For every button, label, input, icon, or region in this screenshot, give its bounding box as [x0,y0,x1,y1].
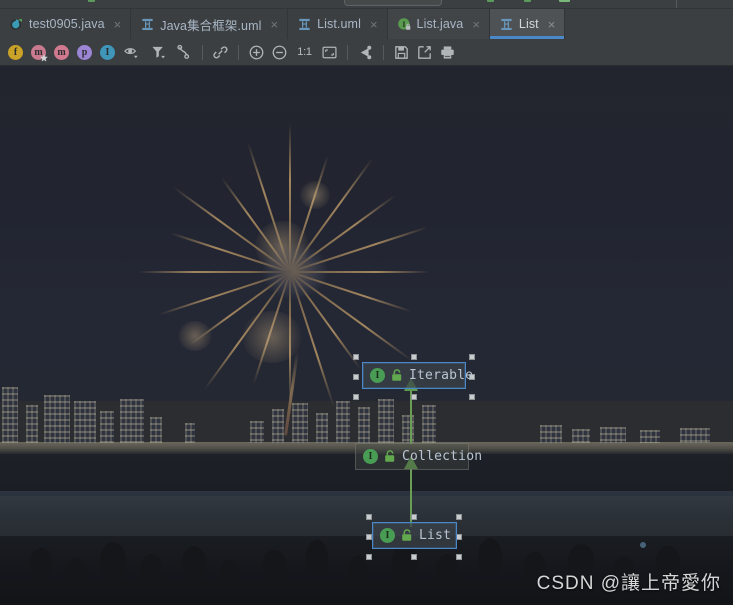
lock-icon [384,450,396,463]
export-to-file-button[interactable] [413,41,436,64]
constructors-badge-icon: m [31,44,48,62]
interface-icon: I [370,368,385,383]
minus-circle-icon [272,45,287,59]
uml-node-iterable[interactable]: I Iterable [362,362,473,389]
uml-diagram-canvas[interactable]: I Iterable I Collection I List CSDN @讓上帝… [0,66,733,605]
show-fields-toggle[interactable]: f [4,41,27,64]
edge-path-icon [177,44,190,59]
lock-icon [391,369,403,382]
run-icon-clipped[interactable] [88,0,95,2]
save-diagram-button[interactable] [390,41,413,64]
editor-tab-label: List.java [416,17,464,31]
fields-badge-icon: f [8,44,23,60]
editor-tab-close-icon[interactable]: × [547,18,557,31]
print-icon [441,45,454,59]
show-properties-toggle[interactable]: p [73,41,96,64]
actual-size-button[interactable]: 1:1 [291,41,318,64]
run-config-icon-clipped[interactable] [524,0,531,2]
main-toolbar-clipped [0,0,733,9]
java-interface-locked-icon: I [397,17,412,32]
eye-icon [124,47,138,58]
lock-icon [401,529,413,542]
layout-graph-button[interactable] [354,41,377,64]
analyze-dependencies-button[interactable] [209,41,232,64]
editor-tab-java-collections-uml[interactable]: Java集合框架.uml × [131,9,289,39]
share-nodes-icon [360,45,372,59]
show-inner-classes-toggle[interactable]: I [96,41,119,64]
print-button[interactable] [436,41,459,64]
java-class-icon [9,17,24,32]
editor-tab-test0905-java[interactable]: test0905.java × [0,9,132,39]
diagram-toolbar: f m m p I 1:1 [0,39,733,66]
editor-tab-list-java[interactable]: I List.java × [387,9,490,39]
search-field-clipped[interactable] [344,0,442,6]
editor-tab-label: List.uml [317,17,361,31]
toolbar-separator-clipped [676,0,677,8]
methods-badge-icon: m [54,44,69,60]
fit-screen-icon [322,46,337,58]
editor-tab-label: test0905.java [29,17,105,31]
editor-tab-close-icon[interactable]: × [113,18,123,31]
uml-node-label: Iterable [409,368,474,383]
show-methods-toggle[interactable]: m [50,41,73,64]
ide-window: test0905.java × Java集合框架.uml × List.uml … [0,0,733,605]
editor-tab-bar: test0905.java × Java集合框架.uml × List.uml … [0,9,733,39]
editor-tab-close-icon[interactable]: × [269,18,279,31]
toolbar-separator [383,44,384,60]
editor-tab-label: List [518,17,539,31]
uml-node-label: List [419,528,452,543]
editor-tab-list-uml[interactable]: List.uml × [288,9,388,39]
uml-node-collection[interactable]: I Collection [355,443,482,470]
uml-node-list[interactable]: I List [372,522,457,549]
svg-text:I: I [402,19,405,28]
uml-diagram-icon [499,17,514,32]
actual-size-label: 1:1 [297,46,312,58]
editor-tab-close-icon[interactable]: × [369,18,379,31]
editor-background-image [0,66,733,605]
zoom-out-button[interactable] [268,41,291,64]
toolbar-separator [202,44,203,60]
visibility-level-dropdown[interactable] [119,41,146,64]
fit-content-button[interactable] [318,41,341,64]
edge-collection-to-iterable [410,390,412,444]
interface-icon: I [380,528,395,543]
edge-mode-button[interactable] [173,41,196,64]
star-overlay-icon [40,53,48,62]
uml-node-label: Collection [402,449,483,464]
plus-circle-icon [249,45,264,59]
download-icon-clipped[interactable] [559,0,570,2]
editor-tab-label: Java集合框架.uml [160,18,262,33]
editor-tab-close-icon[interactable]: × [471,18,481,31]
uml-diagram-icon [297,17,312,32]
build-icon-clipped[interactable] [487,0,494,2]
editor-tab-list-diagram[interactable]: List × [489,9,566,39]
inner-classes-badge-icon: I [100,44,115,60]
funnel-icon [152,46,165,58]
link-icon [213,45,228,58]
edge-list-to-collection [410,469,412,527]
properties-badge-icon: p [77,44,92,60]
filter-dropdown[interactable] [146,41,173,64]
export-icon [418,45,431,59]
toolbar-separator [347,44,348,60]
zoom-in-button[interactable] [245,41,268,64]
save-icon [395,45,408,59]
uml-diagram-icon [140,17,155,32]
interface-icon: I [363,449,378,464]
watermark-text: CSDN @讓上帝愛你 [536,573,721,594]
show-constructors-toggle[interactable]: m [27,41,50,64]
toolbar-separator [238,44,239,60]
